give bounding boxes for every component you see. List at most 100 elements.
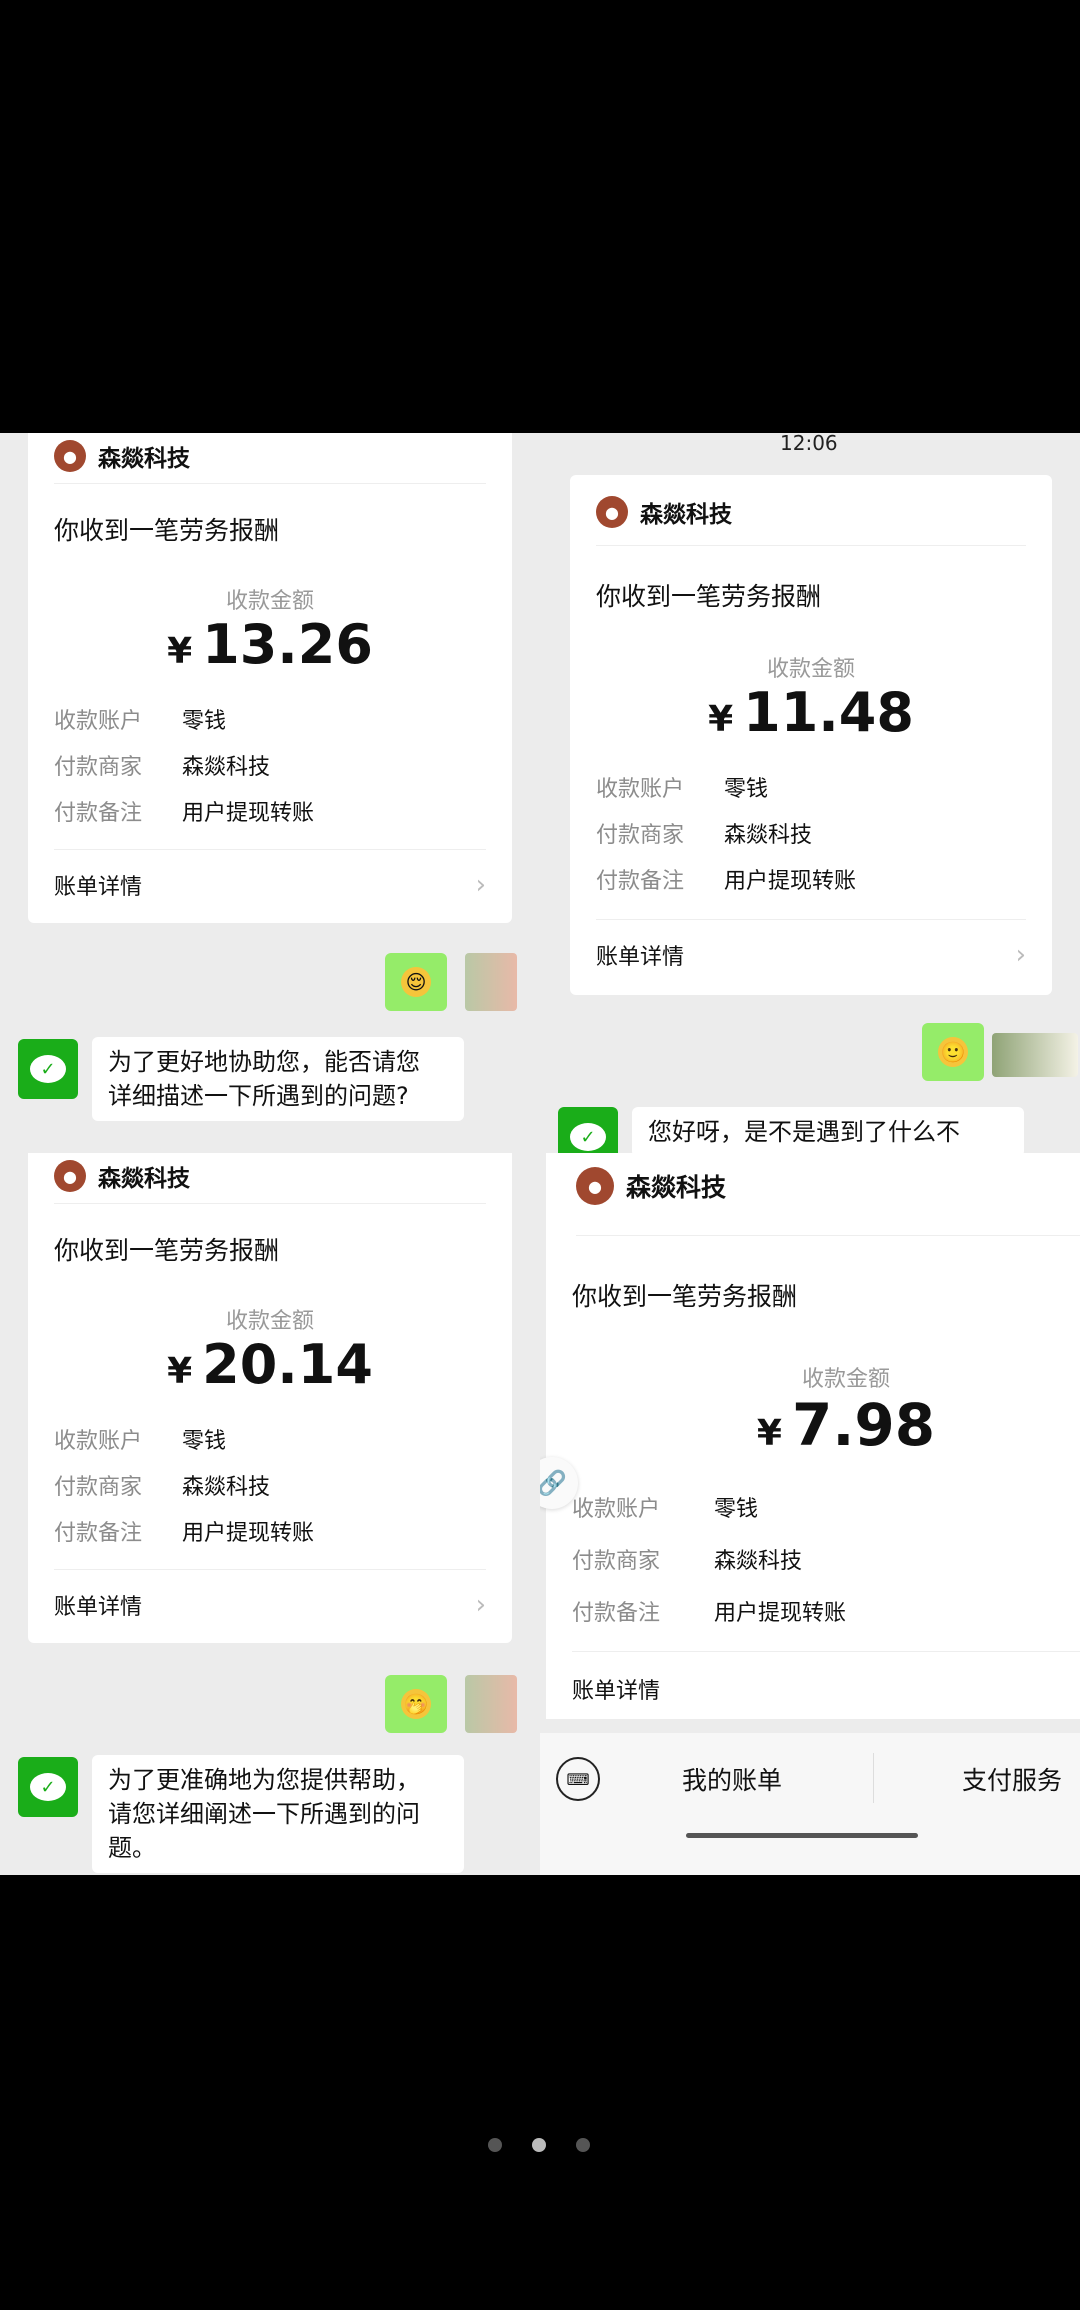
panel-top-left: ● 森燚科技 你收到一笔劳务报酬 收款金额 ¥13.26 收款账户 零钱 付款商家… — [0, 433, 540, 1153]
message-line: 详细描述一下所遇到的问题? — [108, 1082, 409, 1110]
received-text-message: 您好呀，是不是遇到了什么不 — [632, 1107, 1024, 1153]
received-text-message: 为了更好地协助您，能否请您 详细描述一下所遇到的问题? — [92, 1037, 464, 1121]
info-row-account: 收款账户 零钱 — [572, 1491, 758, 1523]
user-avatar[interactable] — [992, 1033, 1078, 1077]
info-row-note: 付款备注 用户提现转账 — [54, 1515, 314, 1547]
amount-number: 7.98 — [791, 1391, 936, 1459]
card-headline: 你收到一笔劳务报酬 — [572, 1282, 798, 1311]
currency-symbol: ¥ — [756, 1413, 782, 1454]
divider — [596, 919, 1026, 920]
amount-label: 收款金额 — [225, 589, 314, 614]
amount-value: ¥20.14 — [28, 1333, 512, 1396]
info-row-account: 收款账户 零钱 — [54, 1423, 226, 1455]
info-key: 付款备注 — [596, 869, 685, 894]
bill-detail-link[interactable]: 账单详情 › — [596, 939, 1026, 971]
info-key: 付款商家 — [596, 823, 685, 848]
info-value: 零钱 — [714, 1497, 759, 1522]
info-value: 零钱 — [182, 1429, 227, 1454]
keyboard-icon[interactable]: ⌨ — [556, 1757, 600, 1801]
page-dot[interactable] — [488, 2138, 502, 2152]
amount-number: 13.26 — [202, 613, 373, 676]
user-avatar[interactable] — [465, 1675, 517, 1733]
panel-top-right: 12:06 ● 森燚科技 你收到一笔劳务报酬 收款金额 ¥11.48 收款账户 零… — [540, 433, 1080, 1153]
page-dot[interactable] — [576, 2138, 590, 2152]
pay-service-button[interactable]: 支付服务 — [962, 1761, 1062, 1797]
merchant-name: 森燚科技 — [626, 1173, 727, 1202]
merchant-name: 森燚科技 — [98, 1166, 190, 1192]
message-line: 为了更准确地为您提供帮助， — [108, 1766, 420, 1794]
panel-bottom-right: ● 森燚科技 你收到一笔劳务报酬 收款金额 ¥7.98 收款账户 零钱 付款商家 森… — [540, 1153, 1080, 1875]
chevron-right-icon: › — [475, 870, 486, 900]
info-row-merchant: 付款商家 森燚科技 — [572, 1543, 802, 1575]
info-row-merchant: 付款商家 森燚科技 — [54, 1469, 270, 1501]
info-row-note: 付款备注 用户提现转账 — [596, 863, 856, 895]
info-key: 付款备注 — [54, 1521, 143, 1546]
payment-card[interactable]: ● 森燚科技 你收到一笔劳务报酬 收款金额 ¥13.26 收款账户 零钱 付款商家… — [28, 433, 512, 923]
screenshot-collage: ● 森燚科技 你收到一笔劳务报酬 收款金额 ¥13.26 收款账户 零钱 付款商家… — [0, 433, 1080, 1875]
bill-detail-link[interactable]: 账单详情 › — [54, 1589, 486, 1621]
amount-label: 收款金额 — [801, 1367, 890, 1392]
divider — [54, 1569, 486, 1570]
divider — [873, 1753, 874, 1803]
message-line: 请您详细阐述一下所遇到的问 — [108, 1800, 420, 1828]
amount-value: ¥13.26 — [28, 613, 512, 676]
sent-emoji-message[interactable]: 😌 — [385, 953, 447, 1011]
info-key: 收款账户 — [54, 709, 143, 734]
divider — [572, 1651, 1080, 1652]
info-key: 付款商家 — [54, 755, 143, 780]
bottom-menu-bar: ⌨ 我的账单 支付服务 — [540, 1733, 1080, 1875]
smiley-emoji-icon: 🙂 — [938, 1037, 968, 1067]
bill-detail-label: 账单详情 — [54, 875, 143, 900]
divider — [54, 849, 486, 850]
home-indicator[interactable] — [686, 1833, 918, 1838]
merchant-logo-icon: ● — [54, 440, 86, 472]
info-value: 森燚科技 — [182, 755, 271, 780]
info-value: 零钱 — [182, 709, 227, 734]
wechat-pay-icon: ✓ — [18, 1039, 78, 1099]
merchant-logo-icon: ● — [54, 1160, 86, 1192]
amount-value: ¥11.48 — [570, 681, 1052, 744]
info-value: 森燚科技 — [724, 823, 813, 848]
received-text-message: 为了更准确地为您提供帮助， 请您详细阐述一下所遇到的问 题。 — [92, 1755, 464, 1873]
payment-card[interactable]: ● 森燚科技 你收到一笔劳务报酬 收款金额 ¥11.48 收款账户 零钱 付款商家… — [570, 475, 1052, 995]
info-value: 用户提现转账 — [714, 1601, 847, 1626]
info-key: 收款账户 — [596, 777, 685, 802]
info-key: 收款账户 — [54, 1429, 143, 1454]
currency-symbol: ¥ — [708, 699, 734, 740]
bill-detail-link[interactable]: 账单详情 › — [54, 869, 486, 901]
wechat-pay-icon: ✓ — [558, 1107, 618, 1153]
message-line: 为了更好地协助您，能否请您 — [108, 1048, 420, 1076]
info-value: 用户提现转账 — [182, 801, 315, 826]
wechat-pay-icon: ✓ — [18, 1757, 78, 1817]
message-line: 题。 — [108, 1834, 156, 1862]
page-dot-active[interactable] — [532, 2138, 546, 2152]
info-row-account: 收款账户 零钱 — [596, 771, 768, 803]
sent-emoji-message[interactable]: 🙂 — [922, 1023, 984, 1081]
sent-emoji-message[interactable]: 🤭 — [385, 1675, 447, 1733]
panel-bottom-left: ● 森燚科技 你收到一笔劳务报酬 收款金额 ¥20.14 收款账户 零钱 付款商家… — [0, 1153, 540, 1875]
info-value: 森燚科技 — [182, 1475, 271, 1500]
info-row-note: 付款备注 用户提现转账 — [572, 1595, 846, 1627]
amount-number: 20.14 — [202, 1333, 373, 1396]
amount-label: 收款金额 — [225, 1309, 314, 1334]
card-headline: 你收到一笔劳务报酬 — [54, 1236, 280, 1265]
divider — [54, 1203, 486, 1204]
info-row-merchant: 付款商家 森燚科技 — [596, 817, 812, 849]
smiley-emoji-icon: 😌 — [401, 967, 431, 997]
currency-symbol: ¥ — [167, 1351, 193, 1392]
info-key: 收款账户 — [572, 1497, 661, 1522]
card-headline: 你收到一笔劳务报酬 — [596, 582, 822, 611]
merchant-header: ● 森燚科技 — [576, 1167, 726, 1205]
info-value: 森燚科技 — [714, 1549, 803, 1574]
info-key: 付款备注 — [572, 1601, 661, 1626]
divider — [576, 1235, 1080, 1236]
info-row-note: 付款备注 用户提现转账 — [54, 795, 314, 827]
bill-detail-link[interactable]: 账单详情 — [572, 1673, 660, 1705]
my-bill-button[interactable]: 我的账单 — [682, 1761, 782, 1797]
info-value: 用户提现转账 — [182, 1521, 315, 1546]
payment-card[interactable]: ● 森燚科技 你收到一笔劳务报酬 收款金额 ¥7.98 收款账户 零钱 付款商家 森… — [546, 1153, 1080, 1719]
info-key: 付款备注 — [54, 801, 143, 826]
bill-detail-label: 账单详情 — [572, 1679, 661, 1704]
user-avatar[interactable] — [465, 953, 517, 1011]
payment-card[interactable]: ● 森燚科技 你收到一笔劳务报酬 收款金额 ¥20.14 收款账户 零钱 付款商家… — [28, 1153, 512, 1643]
